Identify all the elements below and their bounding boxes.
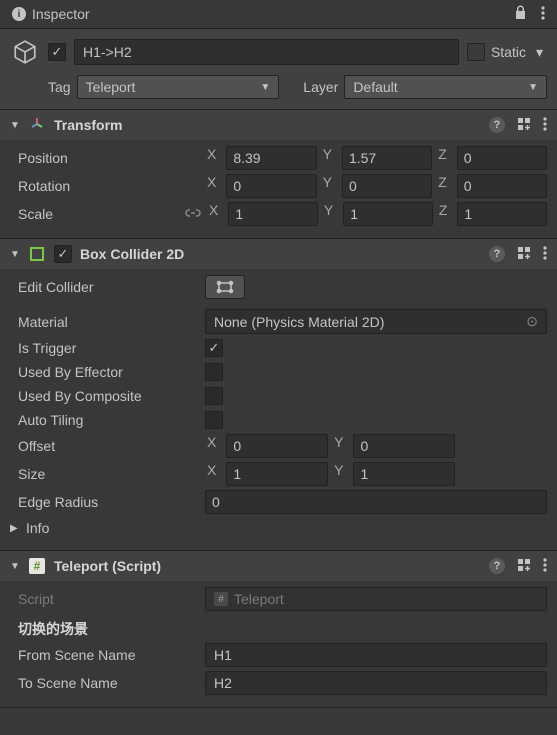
axis-z-label: Z (436, 146, 453, 170)
tag-label: Tag (48, 79, 71, 95)
is-trigger-label: Is Trigger (10, 340, 205, 356)
layer-value: Default (353, 79, 397, 95)
kebab-icon[interactable] (543, 117, 547, 134)
layer-label: Layer (303, 79, 338, 95)
material-field[interactable]: None (Physics Material 2D) ⊙ (205, 309, 547, 334)
auto-tiling-label: Auto Tiling (10, 412, 205, 428)
boxcollider-title: Box Collider 2D (80, 246, 481, 262)
gameobject-enabled-checkbox[interactable] (48, 43, 66, 61)
static-dropdown-arrow[interactable]: ▾ (532, 44, 547, 61)
boxcollider-icon (28, 245, 46, 263)
foldout-icon: ▼ (10, 561, 20, 572)
static-checkbox[interactable] (467, 43, 485, 61)
edit-collider-button[interactable] (205, 275, 245, 299)
tag-dropdown[interactable]: Teleport ▼ (77, 75, 280, 99)
object-picker-icon[interactable]: ⊙ (526, 313, 538, 330)
offset-x-field[interactable]: 0 (226, 434, 328, 458)
tab-title: Inspector (32, 6, 90, 22)
foldout-icon: ▼ (10, 120, 20, 131)
to-scene-field[interactable]: H2 (205, 671, 547, 695)
position-label: Position (10, 150, 205, 166)
from-scene-field[interactable]: H1 (205, 643, 547, 667)
chevron-down-icon: ▼ (528, 82, 538, 93)
teleport-component: ▼ # Teleport (Script) ? Script # Telepor… (0, 551, 557, 708)
help-icon[interactable]: ? (489, 246, 505, 262)
from-scene-label: From Scene Name (10, 647, 205, 663)
auto-tiling-checkbox[interactable] (205, 411, 223, 429)
layer-dropdown[interactable]: Default ▼ (344, 75, 547, 99)
gameobject-name-field[interactable]: H1->H2 (74, 39, 459, 65)
edge-radius-label: Edge Radius (10, 494, 205, 510)
scale-z-field[interactable]: 1 (457, 202, 547, 226)
transform-title: Transform (54, 117, 481, 133)
is-trigger-checkbox[interactable] (205, 339, 223, 357)
rotation-z-field[interactable]: 0 (457, 174, 547, 198)
rotation-x-field[interactable]: 0 (226, 174, 316, 198)
used-by-effector-checkbox[interactable] (205, 363, 223, 381)
teleport-section-header: 切换的场景 (10, 613, 547, 641)
rotation-label: Rotation (10, 178, 205, 194)
script-field: # Teleport (205, 587, 547, 611)
material-value: None (Physics Material 2D) (214, 314, 384, 330)
offset-label: Offset (10, 438, 205, 454)
used-by-composite-checkbox[interactable] (205, 387, 223, 405)
boxcollider2d-component: ▼ Box Collider 2D ? Edit Collider Materi… (0, 239, 557, 551)
static-label: Static (491, 44, 526, 60)
position-y-field[interactable]: 1.57 (342, 146, 432, 170)
size-label: Size (10, 466, 205, 482)
transform-header[interactable]: ▼ Transform ? (0, 110, 557, 140)
preset-icon[interactable] (517, 117, 531, 134)
help-icon[interactable]: ? (489, 558, 505, 574)
position-z-field[interactable]: 0 (457, 146, 547, 170)
boxcollider-header[interactable]: ▼ Box Collider 2D ? (0, 239, 557, 269)
info-foldout-icon[interactable]: ▶ (10, 523, 20, 534)
offset-y-field[interactable]: 0 (353, 434, 455, 458)
kebab-icon[interactable] (543, 246, 547, 263)
rotation-y-field[interactable]: 0 (342, 174, 432, 198)
info-icon: i (12, 7, 26, 21)
kebab-icon[interactable] (543, 558, 547, 575)
lock-icon[interactable] (514, 5, 527, 23)
script-file-icon: # (214, 592, 228, 606)
script-label: Script (10, 591, 205, 607)
material-label: Material (10, 314, 205, 330)
scale-x-field[interactable]: 1 (228, 202, 318, 226)
axis-y-label: Y (321, 146, 338, 170)
teleport-title: Teleport (Script) (54, 558, 481, 574)
transform-component: ▼ Transform ? Position X 8.39 Y 1.57 Z 0… (0, 110, 557, 239)
teleport-header[interactable]: ▼ # Teleport (Script) ? (0, 551, 557, 581)
edit-collider-label: Edit Collider (10, 279, 205, 295)
scale-label: Scale (10, 206, 185, 222)
scale-y-field[interactable]: 1 (343, 202, 433, 226)
inspector-tabbar: i Inspector (0, 0, 557, 29)
script-icon: # (28, 557, 46, 575)
axis-x-label: X (205, 146, 222, 170)
inspector-tab[interactable]: i Inspector (0, 0, 102, 28)
boxcollider-enabled-checkbox[interactable] (54, 245, 72, 263)
tag-value: Teleport (86, 79, 136, 95)
script-value: Teleport (234, 591, 284, 607)
link-icon[interactable] (185, 206, 207, 222)
help-icon[interactable]: ? (489, 117, 505, 133)
kebab-icon[interactable] (541, 6, 545, 23)
foldout-icon: ▼ (10, 249, 20, 260)
info-label[interactable]: Info (20, 520, 49, 536)
gameobject-icon[interactable] (10, 37, 40, 67)
chevron-down-icon: ▼ (260, 82, 270, 93)
transform-icon (28, 116, 46, 134)
used-by-composite-label: Used By Composite (10, 388, 205, 404)
size-y-field[interactable]: 1 (353, 462, 455, 486)
preset-icon[interactable] (517, 246, 531, 263)
to-scene-label: To Scene Name (10, 675, 205, 691)
used-by-effector-label: Used By Effector (10, 364, 205, 380)
position-x-field[interactable]: 8.39 (226, 146, 316, 170)
size-x-field[interactable]: 1 (226, 462, 328, 486)
gameobject-header: H1->H2 Static ▾ Tag Teleport ▼ Layer Def… (0, 29, 557, 110)
preset-icon[interactable] (517, 558, 531, 575)
edge-radius-field[interactable]: 0 (205, 490, 547, 514)
